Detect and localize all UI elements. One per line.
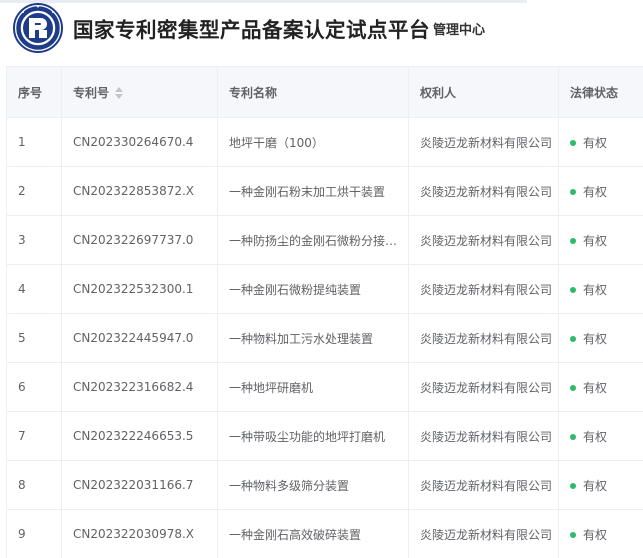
cell-legal-status: 有权: [558, 411, 643, 461]
status-label: 有权: [583, 429, 608, 444]
status-dot-icon: [570, 238, 576, 244]
column-header-label: 权利人: [420, 85, 457, 100]
column-header-owner: 权利人: [408, 66, 559, 118]
status-label: 有权: [583, 331, 608, 346]
cell-patent-name: 一种金刚石微粉提纯装置: [217, 264, 409, 314]
table-row[interactable]: 3 CN202322697737.0 一种防扬尘的金刚石微粉分接装置 炎陵迈龙新材料有…: [6, 215, 643, 265]
cell-legal-status: 有权: [558, 362, 643, 412]
column-header-legal-status: 法律状态: [558, 66, 643, 118]
cell-index: 1: [6, 117, 62, 167]
cell-owner: 炎陵迈龙新材料有限公司: [408, 215, 559, 265]
site-header: 国家专利密集型产品备案认定试点平台 管理中心: [0, 0, 643, 60]
table-row[interactable]: 6 CN202322316682.4 一种地坪研磨机 炎陵迈龙新材料有限公司 有权: [6, 362, 643, 412]
cell-patent-name: 一种金刚石高效破碎装置: [217, 509, 409, 558]
patent-table: 序号 专利号 专利名称 权利人 法律状态 1 CN202330264670.4 地坪…: [6, 66, 643, 558]
header-divider: [0, 0, 527, 3]
cell-patent-no: CN202322030978.X: [61, 509, 218, 558]
table-header-row: 序号 专利号 专利名称 权利人 法律状态: [6, 66, 643, 118]
cell-owner: 炎陵迈龙新材料有限公司: [408, 264, 559, 314]
status-label: 有权: [583, 478, 608, 493]
cell-patent-no: CN202322697737.0: [61, 215, 218, 265]
status-label: 有权: [583, 233, 608, 248]
table-row[interactable]: 5 CN202322445947.0 一种物料加工污水处理装置 炎陵迈龙新材料有限公司…: [6, 313, 643, 363]
table-row[interactable]: 7 CN202322246653.5 一种带吸尘功能的地坪打磨机 炎陵迈龙新材料有限公…: [6, 411, 643, 461]
cell-patent-no: CN202322246653.5: [61, 411, 218, 461]
cell-patent-no: CN202322031166.7: [61, 460, 218, 510]
cell-index: 3: [6, 215, 62, 265]
status-dot-icon: [570, 483, 576, 489]
column-header-label: 专利名称: [229, 85, 278, 100]
table-row[interactable]: 1 CN202330264670.4 地坪干磨（100） 炎陵迈龙新材料有限公司 有权: [6, 117, 643, 167]
column-header-label: 专利号: [73, 85, 110, 100]
column-header-patent-no[interactable]: 专利号: [61, 66, 218, 118]
cell-legal-status: 有权: [558, 460, 643, 510]
cell-patent-no: CN202322445947.0: [61, 313, 218, 363]
table-body: 1 CN202330264670.4 地坪干磨（100） 炎陵迈龙新材料有限公司 有权 2…: [6, 117, 643, 558]
cell-patent-name: 一种带吸尘功能的地坪打磨机: [217, 411, 409, 461]
cell-owner: 炎陵迈龙新材料有限公司: [408, 313, 559, 363]
status-dot-icon: [570, 532, 576, 538]
status-dot-icon: [570, 385, 576, 391]
cell-patent-no: CN202330264670.4: [61, 117, 218, 167]
management-center-link[interactable]: 管理中心: [433, 19, 485, 38]
cell-patent-name: 一种物料加工污水处理装置: [217, 313, 409, 363]
cell-owner: 炎陵迈龙新材料有限公司: [408, 362, 559, 412]
cell-legal-status: 有权: [558, 166, 643, 216]
cell-index: 5: [6, 313, 62, 363]
cell-patent-no: CN202322316682.4: [61, 362, 218, 412]
cell-legal-status: 有权: [558, 215, 643, 265]
cell-owner: 炎陵迈龙新材料有限公司: [408, 166, 559, 216]
cell-owner: 炎陵迈龙新材料有限公司: [408, 117, 559, 167]
platform-seal-logo[interactable]: [13, 3, 63, 53]
cell-patent-name: 一种防扬尘的金刚石微粉分接装置: [217, 215, 409, 265]
status-label: 有权: [583, 135, 608, 150]
cell-index: 4: [6, 264, 62, 314]
status-dot-icon: [570, 287, 576, 293]
status-dot-icon: [570, 189, 576, 195]
status-dot-icon: [570, 140, 576, 146]
patent-table-container: 序号 专利号 专利名称 权利人 法律状态 1 CN202330264670.4 地坪…: [6, 66, 643, 558]
column-header-index: 序号: [6, 66, 62, 118]
table-row[interactable]: 9 CN202322030978.X 一种金刚石高效破碎装置 炎陵迈龙新材料有限公司 有…: [6, 509, 643, 558]
cell-patent-name: 一种金刚石粉末加工烘干装置: [217, 166, 409, 216]
status-label: 有权: [583, 184, 608, 199]
status-dot-icon: [570, 336, 576, 342]
status-label: 有权: [583, 282, 608, 297]
cell-patent-name: 一种地坪研磨机: [217, 362, 409, 412]
column-header-patent-name: 专利名称: [217, 66, 409, 118]
cell-owner: 炎陵迈龙新材料有限公司: [408, 411, 559, 461]
cell-index: 2: [6, 166, 62, 216]
table-row[interactable]: 4 CN202322532300.1 一种金刚石微粉提纯装置 炎陵迈龙新材料有限公司 有…: [6, 264, 643, 314]
column-header-label: 序号: [18, 85, 43, 100]
cell-owner: 炎陵迈龙新材料有限公司: [408, 509, 559, 558]
cell-index: 9: [6, 509, 62, 558]
cell-legal-status: 有权: [558, 313, 643, 363]
cell-index: 7: [6, 411, 62, 461]
cell-patent-name: 地坪干磨（100）: [217, 117, 409, 167]
cell-patent-no: CN202322853872.X: [61, 166, 218, 216]
cell-patent-name: 一种物料多级筛分装置: [217, 460, 409, 510]
status-label: 有权: [583, 527, 608, 542]
cell-legal-status: 有权: [558, 117, 643, 167]
status-dot-icon: [570, 434, 576, 440]
cell-patent-no: CN202322532300.1: [61, 264, 218, 314]
sort-caret-icon[interactable]: [115, 87, 124, 99]
cell-index: 8: [6, 460, 62, 510]
table-row[interactable]: 8 CN202322031166.7 一种物料多级筛分装置 炎陵迈龙新材料有限公司 有权: [6, 460, 643, 510]
cell-owner: 炎陵迈龙新材料有限公司: [408, 460, 559, 510]
cell-legal-status: 有权: [558, 264, 643, 314]
cell-index: 6: [6, 362, 62, 412]
status-label: 有权: [583, 380, 608, 395]
column-header-label: 法律状态: [570, 85, 619, 100]
cell-legal-status: 有权: [558, 509, 643, 558]
table-row[interactable]: 2 CN202322853872.X 一种金刚石粉末加工烘干装置 炎陵迈龙新材料有限公…: [6, 166, 643, 216]
site-title: 国家专利密集型产品备案认定试点平台: [73, 18, 430, 42]
